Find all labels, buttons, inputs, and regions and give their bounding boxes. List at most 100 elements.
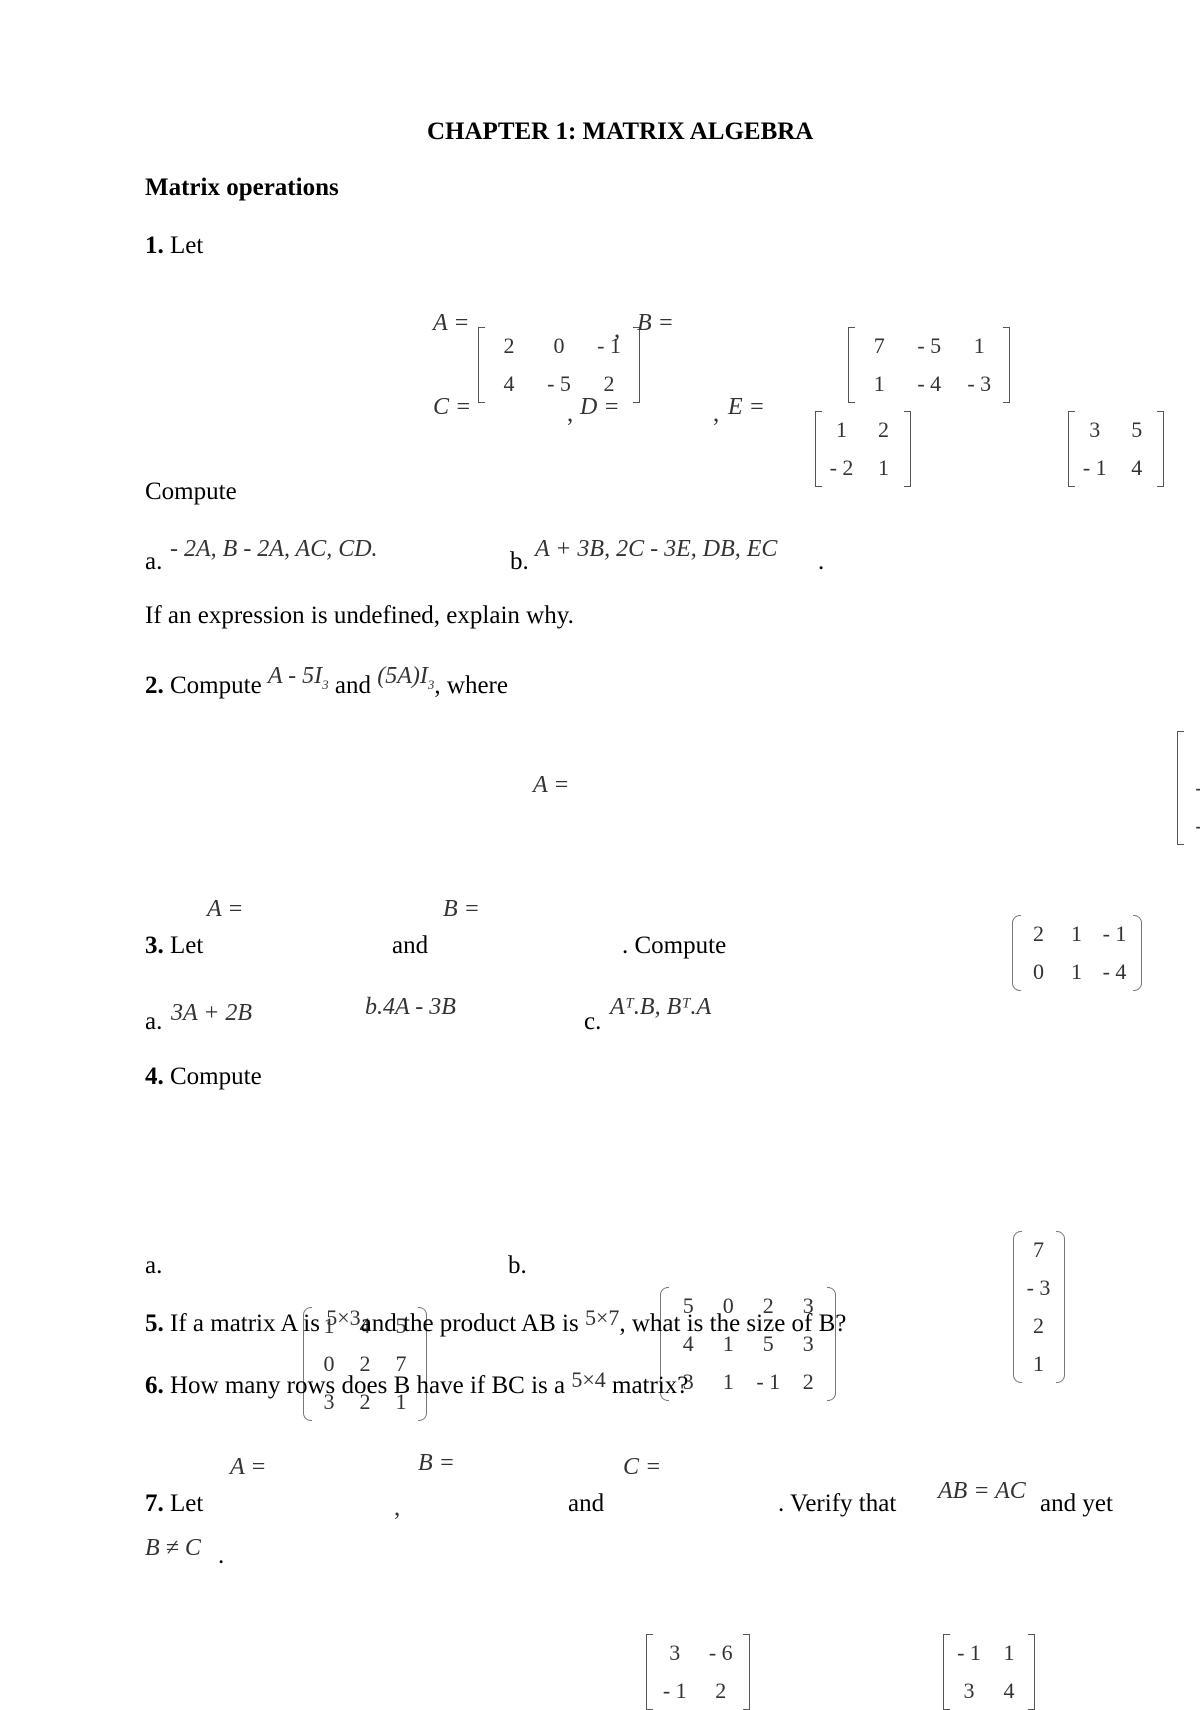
q6-text1: How many rows does B have if BC is a xyxy=(170,1372,566,1399)
q2-text3: , where xyxy=(434,672,508,699)
matrix-row: - 1 4 xyxy=(1074,449,1158,487)
q1-part-b-label: b. xyxy=(510,548,529,575)
q3-part-c-expr: Aᵀ.B, Bᵀ.A xyxy=(610,994,712,1020)
q1-sep: , xyxy=(713,400,720,427)
matrix-cell: 1 xyxy=(1071,921,1082,946)
q1-part-a-label: a. xyxy=(145,548,163,575)
chapter-title: CHAPTER 1: MATRIX ALGEBRA xyxy=(427,118,814,145)
matrix-cell: 1 xyxy=(973,333,985,358)
matrix-cell: - 5 xyxy=(917,333,942,358)
q7-let-text: Let xyxy=(170,1490,204,1517)
matrix-cell: 4 xyxy=(503,371,515,396)
q3-number: 3. xyxy=(145,932,164,959)
q1-note: If an expression is undefined, explain w… xyxy=(145,602,574,629)
matrix-cell: - 6 xyxy=(708,1640,733,1665)
q7-end: . xyxy=(218,1542,225,1569)
matrix-cell: - 1 xyxy=(597,333,621,358)
q1-matrix-D: 35- 14 xyxy=(1067,411,1164,487)
matrix-cell: 2 xyxy=(878,417,889,442)
matrix-row: 5- 13 xyxy=(1183,731,1200,769)
matrix-cell: - 1 xyxy=(957,1640,981,1665)
matrix-row: - 2 1 xyxy=(821,449,905,487)
q5-number: 5. xyxy=(145,1310,164,1337)
matrix-cell: 1 xyxy=(836,417,847,442)
q5-line: 5. If a matrix A is 5×3and the product A… xyxy=(145,1305,846,1338)
q6-line: 6. How many rows does B have if BC is a … xyxy=(145,1367,689,1400)
matrix-cell: 1 xyxy=(878,455,889,480)
matrix-row: 2 1 - 1 xyxy=(1020,915,1134,953)
q1-sep: , xyxy=(567,400,574,427)
q1-A-label: A = xyxy=(433,310,470,336)
matrix-cell: - 1 xyxy=(756,1369,781,1394)
q1-E-label: E = xyxy=(728,394,765,420)
matrix-row: 3 - 6 xyxy=(652,1634,744,1672)
q2-matrix-A: 5- 13- 43- 6- 312 xyxy=(1177,731,1200,845)
matrix-cell: 3 xyxy=(963,1678,975,1703)
q3-part-b-expr: b.4A - 3B xyxy=(365,994,456,1020)
q2-expr1-text: A - 5I xyxy=(267,663,323,689)
matrix-row: 7 xyxy=(1021,1231,1057,1269)
q7-let: 7. Let xyxy=(145,1490,203,1518)
matrix-cell: 4 xyxy=(1131,455,1143,480)
q2-text2: and xyxy=(334,672,371,699)
matrix-row: 34 xyxy=(949,1672,1029,1710)
matrix-cell: - 1 xyxy=(662,1678,687,1703)
q4-part-b-label: b. xyxy=(508,1252,527,1279)
q6-number: 6. xyxy=(145,1372,164,1399)
q2-text1: Compute xyxy=(170,672,262,699)
q1-part-a-expr: - 2A, B - 2A, AC, CD. xyxy=(170,536,378,562)
matrix-cell: 3 xyxy=(1089,417,1101,442)
q3-let-text: Let xyxy=(170,932,204,959)
q5-size1: 5×3 xyxy=(326,1305,361,1330)
matrix-row: 1 - 4 - 3 xyxy=(854,365,1004,403)
q2-expr1-sub: 3 xyxy=(322,676,329,692)
matrix-row: 1 xyxy=(1021,1345,1057,1383)
q3-part-a-expr: 3A + 2B xyxy=(171,1000,253,1026)
q5-size2: 5×7 xyxy=(584,1305,620,1330)
matrix-cell: 2 xyxy=(802,1369,814,1394)
q1-number: 1. xyxy=(145,232,164,259)
q3-part-a-label: a. xyxy=(145,1008,163,1035)
q1-matrix-C: 1 2 - 2 1 xyxy=(814,411,911,487)
q3-and: and xyxy=(392,932,429,959)
q6-size: 5×4 xyxy=(571,1367,606,1392)
q7-number: 7. xyxy=(145,1490,164,1517)
matrix-row: 2 0 - 1 xyxy=(484,327,634,365)
q2-expr2-text: (5A)I xyxy=(377,663,428,689)
matrix-cell: 0 xyxy=(553,333,565,358)
q3-part-c-label: c. xyxy=(584,1008,602,1035)
matrix-cell: 1 xyxy=(1003,1640,1015,1665)
matrix-cell: - 4 xyxy=(1183,769,1200,807)
q5-text2: and the product AB is xyxy=(360,1310,579,1337)
matrix-row: 31- 12 xyxy=(668,1363,828,1401)
q6-text2: matrix? xyxy=(612,1372,689,1399)
matrix-cell: - 4 xyxy=(1102,959,1127,984)
matrix-row: - 3 xyxy=(1021,1269,1057,1307)
matrix-cell: 3 xyxy=(669,1640,681,1665)
matrix-cell: 1 xyxy=(873,371,885,396)
q7-matrix-B: - 1134 xyxy=(943,1634,1035,1710)
q4-part-a-label: a. xyxy=(145,1252,163,1279)
matrix-row: 2 xyxy=(1021,1307,1057,1345)
q3-B-label: B = xyxy=(443,896,480,922)
q7-C-label: C = xyxy=(623,1454,662,1480)
q4-text: Compute xyxy=(170,1063,262,1090)
q7-matrix-A: 3 - 6 - 1 2 xyxy=(645,1634,750,1710)
matrix-cell: 4 xyxy=(1003,1678,1015,1703)
matrix-cell: 5 xyxy=(1131,417,1143,442)
matrix-row: - 1 2 xyxy=(652,1672,744,1710)
q1-D-label: D = xyxy=(580,394,620,420)
matrix-cell: - 2 xyxy=(829,455,854,480)
q1-B-label: B = xyxy=(637,310,674,336)
q7-and: and xyxy=(568,1490,605,1517)
section-heading: Matrix operations xyxy=(145,174,339,201)
matrix-row: - 43- 6 xyxy=(1183,769,1200,807)
q7-A-label: A = xyxy=(230,1454,267,1480)
q4-number: 4. xyxy=(145,1063,164,1090)
q3-compute: . Compute xyxy=(622,932,727,959)
matrix-cell: 1 xyxy=(1033,1351,1044,1376)
q3-A-label: A = xyxy=(207,896,244,922)
matrix-row: 35 xyxy=(1074,411,1158,449)
matrix-cell: - 1 xyxy=(1082,455,1107,480)
matrix-cell: 2 xyxy=(715,1678,727,1703)
